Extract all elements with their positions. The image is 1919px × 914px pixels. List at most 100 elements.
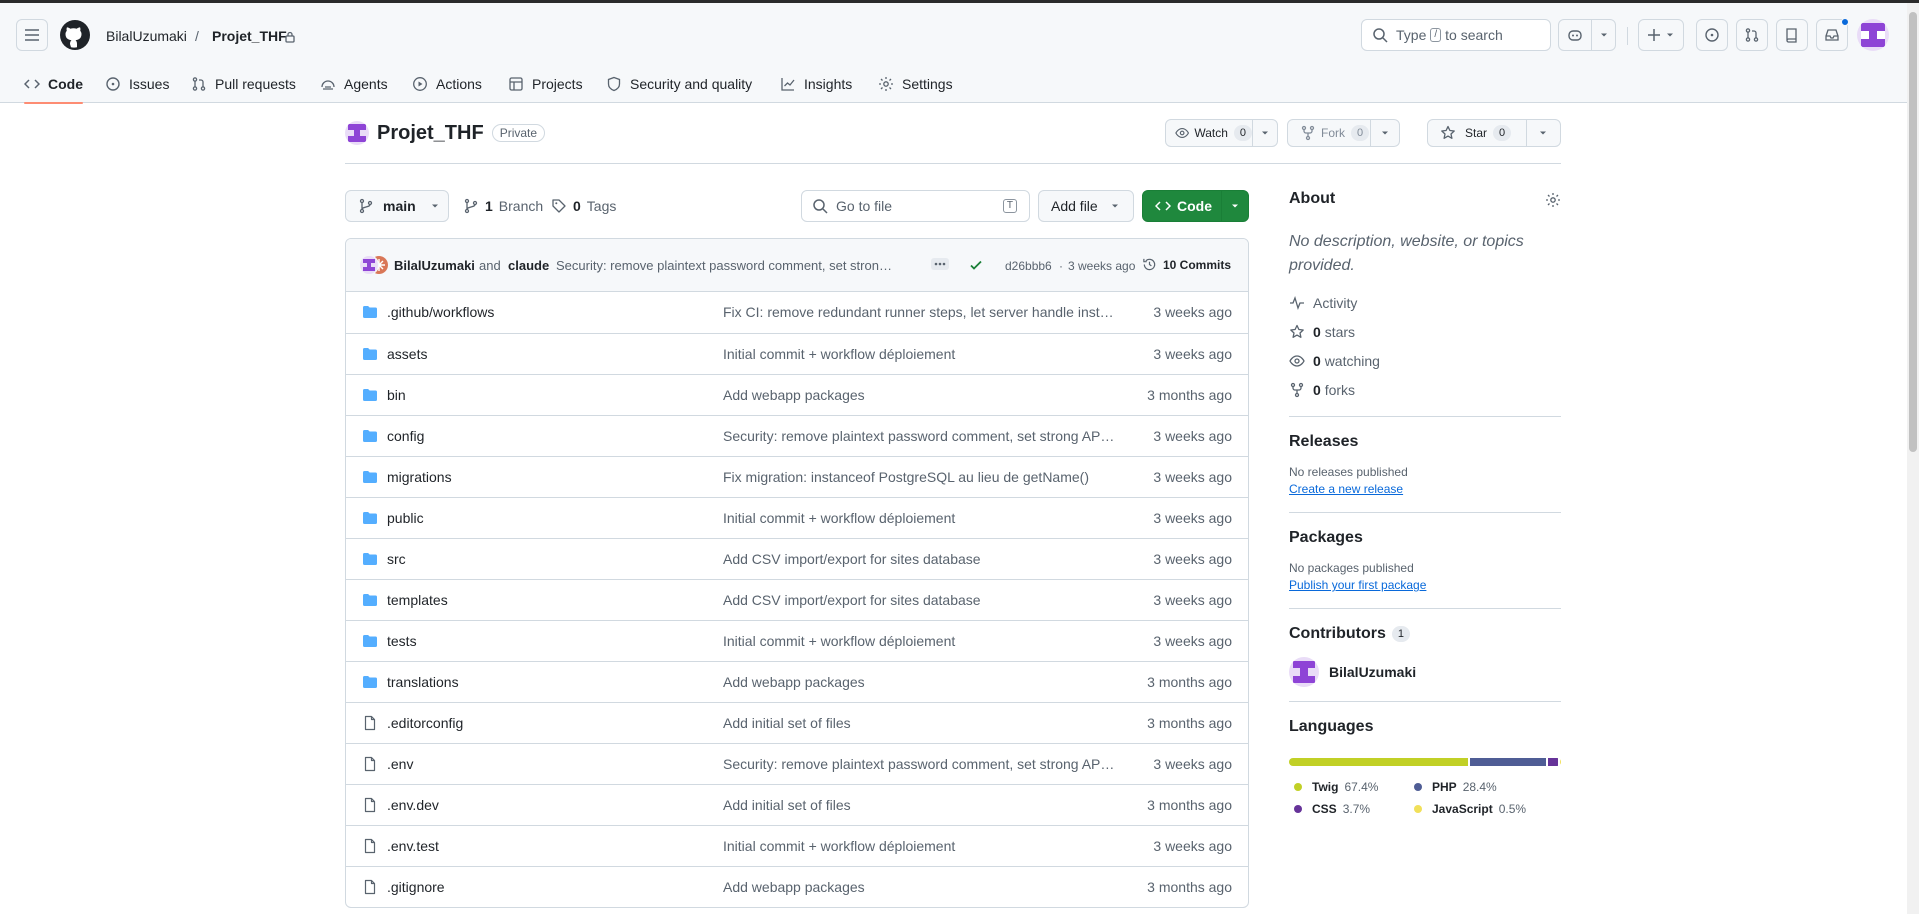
activity-link[interactable]: Activity <box>1289 288 1561 317</box>
contributors-title[interactable]: Contributors <box>1289 625 1386 643</box>
breadcrumb-repo[interactable]: Projet_THF <box>212 27 287 45</box>
pull-requests-button[interactable] <box>1736 19 1768 51</box>
file-name[interactable]: config <box>387 428 424 444</box>
file-commit-message[interactable]: Initial commit + workflow déploiement <box>723 838 1118 854</box>
copilot-dropdown-button[interactable] <box>1591 20 1615 50</box>
file-row[interactable]: assets Initial commit + workflow déploiem… <box>346 333 1248 374</box>
language-item[interactable]: JavaScript 0.5% <box>1409 798 1529 820</box>
file-commit-message[interactable]: Add CSV import/export for sites database <box>723 592 1118 608</box>
go-to-file-input[interactable]: Go to file T <box>801 190 1030 222</box>
file-commit-message[interactable]: Security: remove plaintext password comm… <box>723 428 1118 444</box>
tab-security[interactable]: Security and quality <box>606 65 752 103</box>
owner-avatar[interactable] <box>345 121 369 145</box>
file-row[interactable]: src Add CSV import/export for sites datab… <box>346 538 1248 579</box>
repositories-button[interactable] <box>1776 19 1808 51</box>
language-item[interactable]: Twig 67.4% <box>1289 776 1409 798</box>
contributor-item[interactable]: BilalUzumaki <box>1289 657 1561 687</box>
file-commit-message[interactable]: Fix migration: instanceof PostgreSQL au … <box>723 469 1118 485</box>
tab-agents[interactable]: Agents <box>320 65 388 103</box>
contributor-avatar[interactable] <box>1289 657 1319 687</box>
file-name[interactable]: migrations <box>387 469 452 485</box>
contributor-name[interactable]: BilalUzumaki <box>1329 664 1416 680</box>
commit-sha[interactable]: d26bbb6 <box>1005 259 1052 273</box>
tab-pull-requests[interactable]: Pull requests <box>191 65 296 103</box>
commit-author[interactable]: BilalUzumaki <box>394 258 475 273</box>
stars-link[interactable]: 0 stars <box>1289 317 1561 346</box>
publish-package-link[interactable]: Publish your first package <box>1289 578 1561 592</box>
fork-dropdown[interactable] <box>1371 128 1399 138</box>
file-commit-message[interactable]: Add CSV import/export for sites database <box>723 551 1118 567</box>
file-name[interactable]: .gitignore <box>387 879 445 895</box>
fork-button[interactable]: Fork 0 <box>1287 119 1400 147</box>
file-name[interactable]: .github/workflows <box>387 304 494 320</box>
branch-select-button[interactable]: main <box>345 190 449 222</box>
issues-button[interactable] <box>1696 19 1728 51</box>
file-name[interactable]: bin <box>387 387 406 403</box>
create-new-button[interactable] <box>1639 20 1683 50</box>
file-row[interactable]: .github/workflows Fix CI: remove redundan… <box>346 292 1248 333</box>
file-name[interactable]: public <box>387 510 424 526</box>
file-name[interactable]: assets <box>387 346 427 362</box>
file-commit-message[interactable]: Initial commit + workflow déploiement <box>723 633 1118 649</box>
file-name[interactable]: src <box>387 551 406 567</box>
create-new-menu[interactable] <box>1638 19 1684 51</box>
hamburger-menu-button[interactable] <box>16 19 48 51</box>
forks-link[interactable]: 0 forks <box>1289 375 1561 404</box>
global-search-input[interactable]: Type / to search <box>1361 19 1551 51</box>
file-row[interactable]: tests Initial commit + workflow déploieme… <box>346 620 1248 661</box>
file-row[interactable]: templates Add CSV import/export for sites… <box>346 579 1248 620</box>
commit-avatars[interactable] <box>359 255 389 275</box>
page-scrollbar-thumb[interactable] <box>1909 12 1917 452</box>
file-name[interactable]: translations <box>387 674 459 690</box>
commit-expand-button[interactable] <box>931 258 949 270</box>
file-row[interactable]: .editorconfig Add initial set of files 3 m… <box>346 702 1248 743</box>
file-row[interactable]: .env.dev Add initial set of files 3 months… <box>346 784 1248 825</box>
github-logo-icon[interactable] <box>59 19 91 51</box>
code-download-button[interactable]: Code <box>1142 190 1249 222</box>
language-item[interactable]: PHP 28.4% <box>1409 776 1529 798</box>
file-commit-message[interactable]: Add webapp packages <box>723 879 1118 895</box>
file-commit-message[interactable]: Initial commit + workflow déploiement <box>723 346 1118 362</box>
user-avatar[interactable] <box>1857 19 1889 51</box>
tags-link[interactable]: 0 Tags <box>551 198 616 214</box>
file-row[interactable]: .gitignore Add webapp packages 3 months ag… <box>346 866 1248 907</box>
tab-code[interactable]: Code <box>24 65 83 104</box>
file-name[interactable]: .editorconfig <box>387 715 463 731</box>
gear-icon[interactable] <box>1545 192 1561 208</box>
watching-link[interactable]: 0 watching <box>1289 346 1561 375</box>
file-commit-message[interactable]: Add webapp packages <box>723 387 1118 403</box>
tab-actions[interactable]: Actions <box>412 65 482 103</box>
releases-title[interactable]: Releases <box>1289 433 1561 451</box>
check-icon[interactable] <box>968 257 984 273</box>
star-button[interactable]: Star 0 <box>1427 119 1561 147</box>
file-commit-message[interactable]: Add initial set of files <box>723 797 1118 813</box>
file-row[interactable]: .env Security: remove plaintext password … <box>346 743 1248 784</box>
star-dropdown[interactable] <box>1527 128 1560 138</box>
file-name[interactable]: .env <box>387 756 413 772</box>
copilot-menu[interactable] <box>1558 19 1616 51</box>
file-row[interactable]: public Initial commit + workflow déploiem… <box>346 497 1248 538</box>
file-name[interactable]: .env.dev <box>387 797 439 813</box>
create-release-link[interactable]: Create a new release <box>1289 482 1561 496</box>
watch-button[interactable]: Watch 0 <box>1165 119 1278 147</box>
commits-history-link[interactable]: 10 Commits <box>1142 257 1231 272</box>
file-name[interactable]: templates <box>387 592 448 608</box>
file-row[interactable]: migrations Fix migration: instanceof Post… <box>346 456 1248 497</box>
tab-projects[interactable]: Projects <box>508 65 583 103</box>
tab-settings[interactable]: Settings <box>878 65 953 103</box>
file-commit-message[interactable]: Add webapp packages <box>723 674 1118 690</box>
add-file-button[interactable]: Add file <box>1038 190 1134 222</box>
copilot-button[interactable] <box>1559 20 1591 50</box>
file-commit-message[interactable]: Initial commit + workflow déploiement <box>723 510 1118 526</box>
file-commit-message[interactable]: Add initial set of files <box>723 715 1118 731</box>
watch-dropdown[interactable] <box>1253 128 1277 138</box>
repo-name[interactable]: Projet_THF <box>377 122 484 145</box>
file-row[interactable]: translations Add webapp packages 3 months … <box>346 661 1248 702</box>
file-name[interactable]: tests <box>387 633 417 649</box>
breadcrumb-owner[interactable]: BilalUzumaki <box>106 27 187 45</box>
file-row[interactable]: .env.test Initial commit + workflow déplo… <box>346 825 1248 866</box>
commit-message[interactable]: Security: remove plaintext password comm… <box>556 258 926 273</box>
file-row[interactable]: config Security: remove plaintext passwor… <box>346 415 1248 456</box>
commit-coauthor[interactable]: claude <box>508 258 549 273</box>
tab-issues[interactable]: Issues <box>105 65 169 103</box>
